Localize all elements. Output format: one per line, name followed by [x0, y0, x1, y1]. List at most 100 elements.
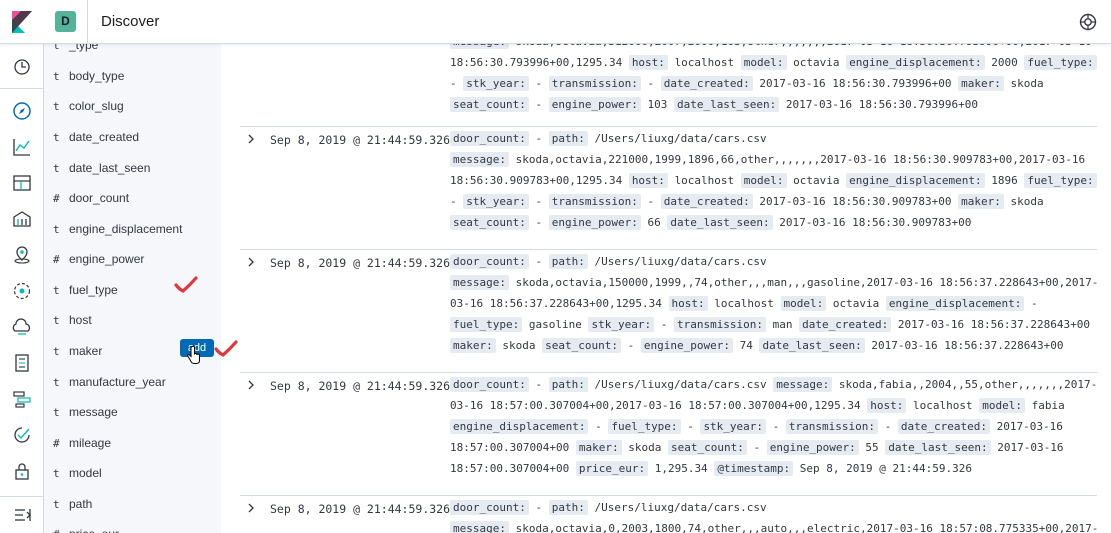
- field-item-engine-power[interactable]: # engine_power: [44, 246, 221, 274]
- field-key: host:: [628, 173, 668, 188]
- field-value: /Users/liuxg/data/cars.csv: [594, 255, 767, 268]
- field-name: maker: [69, 344, 103, 358]
- field-item-body-type[interactable]: t body_type: [44, 63, 221, 91]
- kibana-logo-icon[interactable]: [12, 11, 32, 33]
- field-name: path: [69, 497, 93, 511]
- document-row: Sep 8, 2019 @ 21:44:59.326 door_count: - …: [240, 374, 1097, 496]
- field-key: door_count:: [450, 131, 529, 146]
- field-value: man: [772, 318, 793, 331]
- field-key: date_created:: [897, 419, 990, 434]
- field-key: engine_displacement:: [846, 173, 985, 188]
- logs-icon[interactable]: [12, 353, 32, 373]
- page-title: Discover: [101, 13, 160, 30]
- field-item-mileage[interactable]: # mileage: [44, 430, 221, 458]
- maps-icon[interactable]: [12, 245, 32, 265]
- checkmark-annotation-icon: [174, 276, 198, 293]
- string-type-icon: t: [53, 223, 60, 236]
- field-value: skoda,fabia,,2004,,55,other,,,,,,,2017-: [838, 378, 1098, 391]
- source-line: maker: skoda seat_count: - engine_power:…: [450, 335, 1090, 356]
- field-value: -: [450, 77, 457, 90]
- expand-row-chevron-icon[interactable]: [246, 257, 256, 267]
- field-name: mileage: [69, 436, 112, 450]
- field-item-engine-displacement[interactable]: t engine_displacement: [44, 216, 221, 244]
- dashboard-icon[interactable]: [12, 173, 32, 193]
- field-item-date-last-seen[interactable]: t date_last_seen: [44, 155, 221, 183]
- field-item-date-created[interactable]: t date_created: [44, 124, 221, 152]
- field-key: date_created:: [660, 76, 753, 91]
- field-value: -: [535, 77, 543, 90]
- field-value: skoda,octavia,312000,2007,2000,103,other…: [516, 44, 1092, 48]
- field-item-door-count[interactable]: # door_count: [44, 185, 221, 213]
- field-key: seat_count:: [450, 215, 529, 230]
- field-key: door_count:: [450, 254, 529, 269]
- document-row: Sep 8, 2019 @ 21:44:59.326 door_count: - …: [240, 128, 1097, 250]
- field-value: -: [1030, 297, 1038, 310]
- checkmark-annotation-icon: [214, 340, 238, 357]
- field-value: 2017-03-16: [997, 441, 1064, 454]
- field-value: 1896: [991, 174, 1018, 187]
- nav-divider: [0, 496, 44, 497]
- field-name: date_created: [69, 130, 140, 144]
- apm-icon[interactable]: [12, 389, 32, 409]
- clock-icon[interactable]: [12, 57, 32, 77]
- string-type-icon: t: [53, 162, 60, 175]
- expand-row-chevron-icon[interactable]: [246, 380, 256, 390]
- field-value: -: [660, 318, 668, 331]
- space-avatar[interactable]: D: [55, 11, 76, 32]
- field-item-message[interactable]: t message: [44, 399, 221, 427]
- string-type-icon: t: [53, 498, 60, 511]
- field-key: engine_power:: [548, 97, 641, 112]
- ml-icon[interactable]: [12, 281, 32, 301]
- number-type-icon: #: [53, 192, 60, 205]
- security-icon[interactable]: [12, 461, 32, 481]
- field-key: stk_year:: [463, 76, 529, 91]
- source-line: 03-16 18:57:00.307004+00,2017-03-16 18:5…: [450, 395, 1090, 416]
- field-name: price_eur: [69, 527, 119, 533]
- source-line: seat_count: - engine_power: 66 date_last…: [450, 212, 1090, 233]
- field-item-host[interactable]: t host: [44, 307, 221, 335]
- field-key: date_last_seen:: [885, 440, 991, 455]
- help-menu-icon[interactable]: [1079, 13, 1097, 31]
- field-item-manufacture-year[interactable]: t manufacture_year: [44, 369, 221, 397]
- top-header: D Discover: [0, 0, 1111, 44]
- field-item-model[interactable]: t model: [44, 460, 221, 488]
- field-item-color-slug[interactable]: t color_slug: [44, 93, 221, 121]
- compass-icon[interactable]: [12, 101, 32, 121]
- expand-row-chevron-icon[interactable]: [246, 134, 256, 144]
- field-key: message:: [450, 275, 509, 290]
- field-key: path:: [548, 131, 588, 146]
- field-item-price-eur[interactable]: # price_eur: [44, 521, 221, 533]
- source-line: door_count: - path: /Users/liuxg/data/ca…: [450, 128, 1090, 149]
- field-value: 2017-03-16 18:56:37.228643+00: [871, 339, 1064, 352]
- field-key: model:: [979, 398, 1025, 413]
- field-list: t _type t body_type t color_slug t date_crea…: [44, 44, 221, 533]
- document-row: Sep 8, 2019 @ 21:44:59.326 door_count: - …: [240, 251, 1098, 373]
- field-key: fuel_type:: [450, 317, 523, 332]
- field-value: octavia: [793, 56, 840, 69]
- field-value: localhost: [674, 174, 735, 187]
- field-key: maker:: [575, 440, 622, 455]
- field-value: -: [535, 216, 543, 229]
- field-name: door_count: [69, 191, 130, 205]
- source-line: 18:57:00.307004+00 maker: skoda seat_cou…: [450, 437, 1090, 458]
- field-name: engine_power: [69, 252, 145, 266]
- field-key: path:: [548, 377, 588, 392]
- collapse-menu-icon[interactable]: [12, 505, 32, 525]
- field-value: skoda,octavia,221000,1999,1896,66,other,…: [515, 153, 1086, 166]
- document-source: door_count: - path: /Users/liuxg/data/ca…: [450, 374, 1097, 479]
- field-item-path[interactable]: t path: [44, 491, 221, 519]
- field-name: body_type: [69, 69, 125, 83]
- expand-row-chevron-icon[interactable]: [246, 503, 256, 513]
- field-value: /Users/liuxg/data/cars.csv: [594, 501, 767, 514]
- uptime-icon[interactable]: [12, 425, 32, 445]
- chart-icon[interactable]: [12, 137, 32, 157]
- field-value: -: [535, 98, 543, 111]
- field-key: message:: [773, 377, 833, 392]
- field-value: -: [884, 420, 892, 433]
- field-key: stk_year:: [588, 317, 655, 332]
- source-line: message: skoda,octavia,221000,1999,1896,…: [450, 149, 1090, 170]
- field-value: 2017-03-16 18:56:30.909783+00: [759, 195, 952, 208]
- canvas-icon[interactable]: [12, 209, 32, 229]
- field-item-type[interactable]: t _type: [44, 44, 221, 60]
- infra-icon[interactable]: [12, 317, 32, 337]
